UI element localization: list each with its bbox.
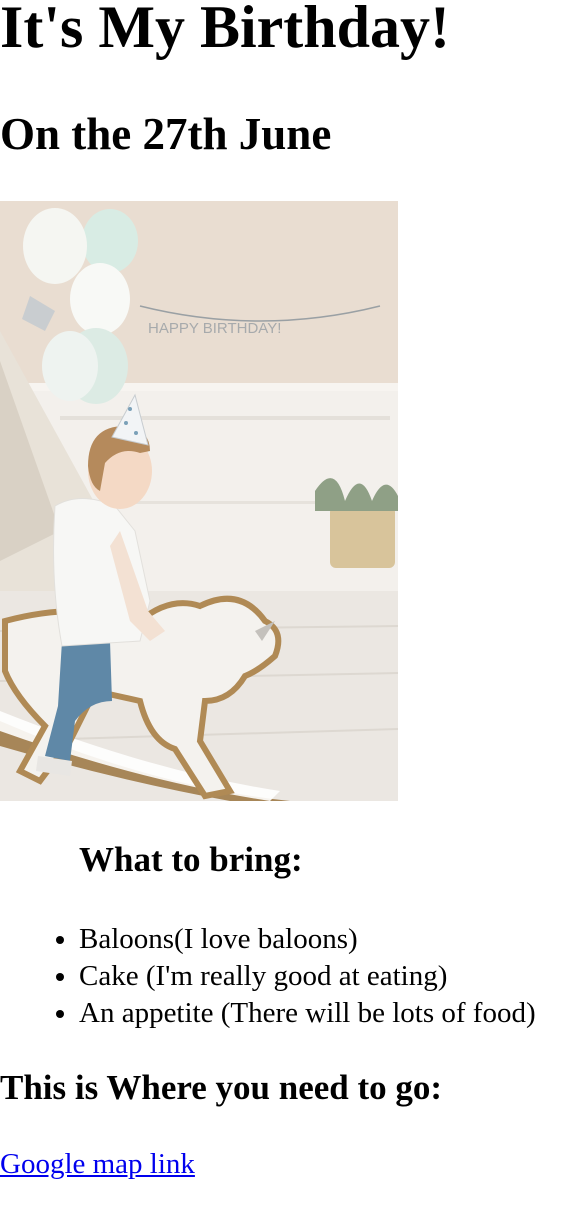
banner-text: HAPPY BIRTHDAY! xyxy=(148,320,281,337)
list-item: Baloons(I love baloons) xyxy=(79,921,588,958)
birthday-photo: HAPPY BIRTHDAY! xyxy=(0,201,398,801)
page-title: It's My Birthday! xyxy=(0,0,450,60)
what-to-bring-heading: What to bring: xyxy=(79,840,303,879)
google-map-link[interactable]: Google map link xyxy=(0,1146,195,1183)
page: It's My Birthday! On the 27th June HAPPY… xyxy=(0,0,588,1222)
list-item: Cake (I'm really good at eating) xyxy=(79,958,588,995)
party-date: On the 27th June xyxy=(0,109,332,159)
directions-heading: This is Where you need to go: xyxy=(0,1068,443,1107)
bring-list: Baloons(I love baloons) Cake (I'm really… xyxy=(0,921,588,1032)
list-item: An appetite (There will be lots of food) xyxy=(79,995,588,1032)
